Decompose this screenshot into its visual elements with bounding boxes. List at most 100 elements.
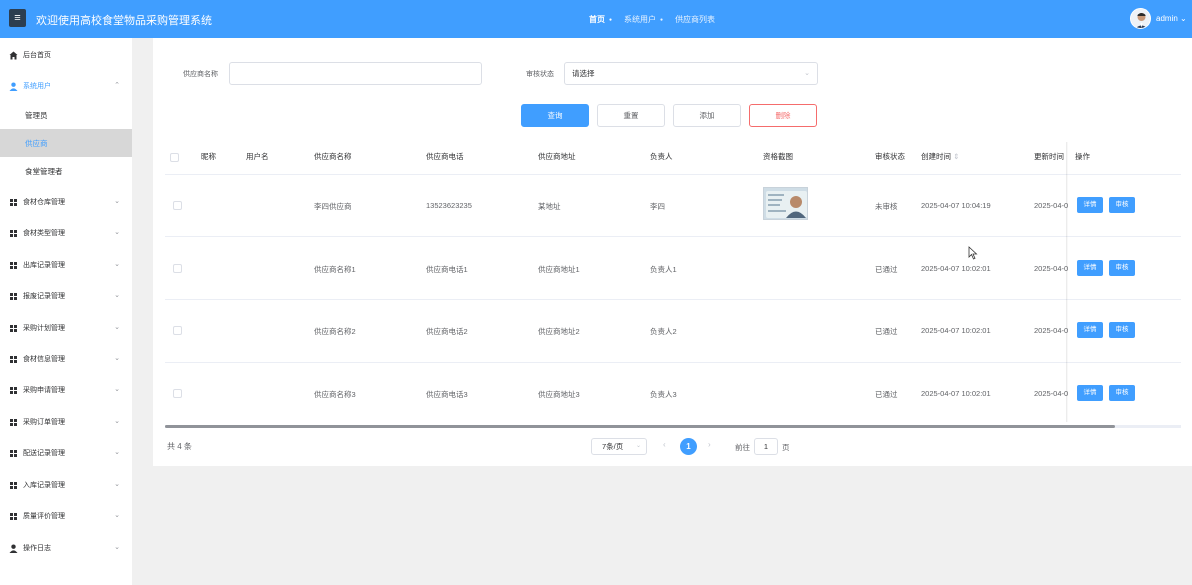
cell-contact: 负责人2 [650,327,677,336]
cell-status: 已通过 [875,327,898,336]
col-actions: 操作 [1075,152,1090,161]
nav-system-users[interactable]: 系统用户 ● [624,14,663,25]
row-divider [165,299,1181,300]
cell-supplier-address: 某地址 [538,202,561,211]
sidebar-item-outbound[interactable]: 出库记录管理 ⌄ [0,250,132,280]
col-supplier-phone: 供应商电话 [426,152,464,161]
status-label: 审核状态 [526,71,554,78]
col-qualification: 资格截图 [763,152,793,161]
horizontal-scrollbar[interactable] [165,425,1115,428]
add-button[interactable]: 添加 [673,104,741,127]
detail-button[interactable]: 详情 [1077,197,1103,213]
sidebar-item-home[interactable]: 后台首页 [0,40,132,70]
detail-button[interactable]: 详情 [1077,260,1103,276]
row-checkbox[interactable] [173,389,182,398]
row-checkbox[interactable] [173,201,182,210]
select-all-checkbox[interactable] [170,153,179,162]
goto-page-input[interactable]: 1 [754,438,778,455]
reset-button[interactable]: 重置 [597,104,665,127]
chevron-down-icon: ⌄ [1180,14,1187,23]
sidebar: 后台首页 系统用户 ⌃ 管理员 供应商 食堂管理者 食材仓库管理 ⌄ 食材类型管理… [0,38,132,585]
chevron-down-icon: ⌄ [114,324,120,331]
grid-icon [9,324,18,333]
page-size-select[interactable]: 7条/页 ⌄ [591,438,647,455]
page-number[interactable]: 1 [680,438,697,455]
sidebar-item-purchase-plan[interactable]: 采购计划管理 ⌄ [0,313,132,343]
prev-page-icon[interactable]: ‹ [663,440,666,449]
sidebar-item-delivery[interactable]: 配送记录管理 ⌄ [0,438,132,468]
menu-icon[interactable]: ≡ [9,9,26,27]
cell-supplier-name: 供应商名称1 [314,265,356,274]
user-menu[interactable]: admin ⌄ [1156,14,1187,23]
row-checkbox[interactable] [173,326,182,335]
audit-button[interactable]: 审核 [1109,322,1135,338]
sidebar-item-ingredient-type[interactable]: 食材类型管理 ⌄ [0,218,132,248]
sidebar-item-scrap[interactable]: 报废记录管理 ⌄ [0,281,132,311]
chevron-down-icon: ⌄ [114,355,120,362]
cell-updated: 2025-04-0 [1034,389,1069,398]
grid-icon [9,261,18,270]
chevron-down-icon: ⌄ [114,449,120,456]
user-icon [9,82,18,91]
cell-created: 2025-04-07 10:02:01 [921,389,991,398]
cell-updated: 2025-04-0 [1034,326,1069,335]
app-title: 欢迎使用高校食堂物品采购管理系统 [36,15,212,27]
avatar[interactable] [1130,8,1151,29]
sidebar-item-canteen-manager[interactable]: 食堂管理者 [0,157,132,185]
sidebar-item-operation-log[interactable]: 操作日志 ⌄ [0,533,132,563]
grid-icon [9,198,18,207]
cell-contact: 李四 [650,202,665,211]
sidebar-item-supplier[interactable]: 供应商 [0,129,132,157]
cell-created: 2025-04-07 10:04:19 [921,201,991,210]
col-nickname: 昵称 [201,152,216,161]
cell-contact: 负责人1 [650,265,677,274]
delete-button[interactable]: 删除 [749,104,817,127]
audit-button[interactable]: 审核 [1109,385,1135,401]
detail-button[interactable]: 详情 [1077,322,1103,338]
chevron-down-icon: ⌄ [114,292,120,299]
sort-icon[interactable]: ⇕ [953,152,959,161]
cell-contact: 负责人3 [650,390,677,399]
goto-suffix: 页 [782,443,790,452]
query-button[interactable]: 查询 [521,104,589,127]
cell-created: 2025-04-07 10:02:01 [921,326,991,335]
chevron-down-icon: ⌄ [114,261,120,268]
sidebar-item-ingredient-info[interactable]: 食材信息管理 ⌄ [0,344,132,374]
col-supplier-name: 供应商名称 [314,152,352,161]
sidebar-item-quality[interactable]: 质量评价管理 ⌄ [0,501,132,531]
sidebar-item-admin[interactable]: 管理员 [0,101,132,129]
sidebar-item-system-users[interactable]: 系统用户 ⌃ [0,71,132,101]
cell-status: 已通过 [875,390,898,399]
nav-supplier-list[interactable]: 供应商列表 [675,14,715,25]
audit-button[interactable]: 审核 [1109,197,1135,213]
sidebar-item-purchase-request[interactable]: 采购申请管理 ⌄ [0,375,132,405]
sidebar-item-inbound[interactable]: 入库记录管理 ⌄ [0,470,132,500]
col-created[interactable]: 创建时间 ⇕ [921,151,959,162]
cell-created: 2025-04-07 10:02:01 [921,264,991,273]
supplier-name-input[interactable] [229,62,482,85]
cell-supplier-name: 供应商名称2 [314,327,356,336]
chevron-down-icon: ⌄ [114,229,120,236]
cell-supplier-phone: 供应商电话1 [426,265,468,274]
grid-icon [9,449,18,458]
chevron-down-icon: ⌄ [114,198,120,205]
nav-home[interactable]: 首页 ● [589,14,612,25]
chevron-down-icon: ⌄ [635,443,641,449]
nav-dot-icon: ● [660,16,664,23]
status-select[interactable]: 请选择 ⌄ [564,62,818,85]
audit-button[interactable]: 审核 [1109,260,1135,276]
col-status: 审核状态 [875,152,905,161]
cell-supplier-address: 供应商地址3 [538,390,580,399]
cell-supplier-address: 供应商地址2 [538,327,580,336]
grid-icon [9,481,18,490]
row-checkbox[interactable] [173,264,182,273]
sidebar-item-ingredient-warehouse[interactable]: 食材仓库管理 ⌄ [0,187,132,217]
supplier-name-label: 供应商名称 [183,71,218,78]
sidebar-item-purchase-order[interactable]: 采购订单管理 ⌄ [0,407,132,437]
cell-supplier-name: 供应商名称3 [314,390,356,399]
detail-button[interactable]: 详情 [1077,385,1103,401]
chevron-down-icon: ⌄ [114,418,120,425]
col-contact: 负责人 [650,152,673,161]
qualification-image[interactable] [763,187,808,220]
next-page-icon[interactable]: › [708,440,711,449]
